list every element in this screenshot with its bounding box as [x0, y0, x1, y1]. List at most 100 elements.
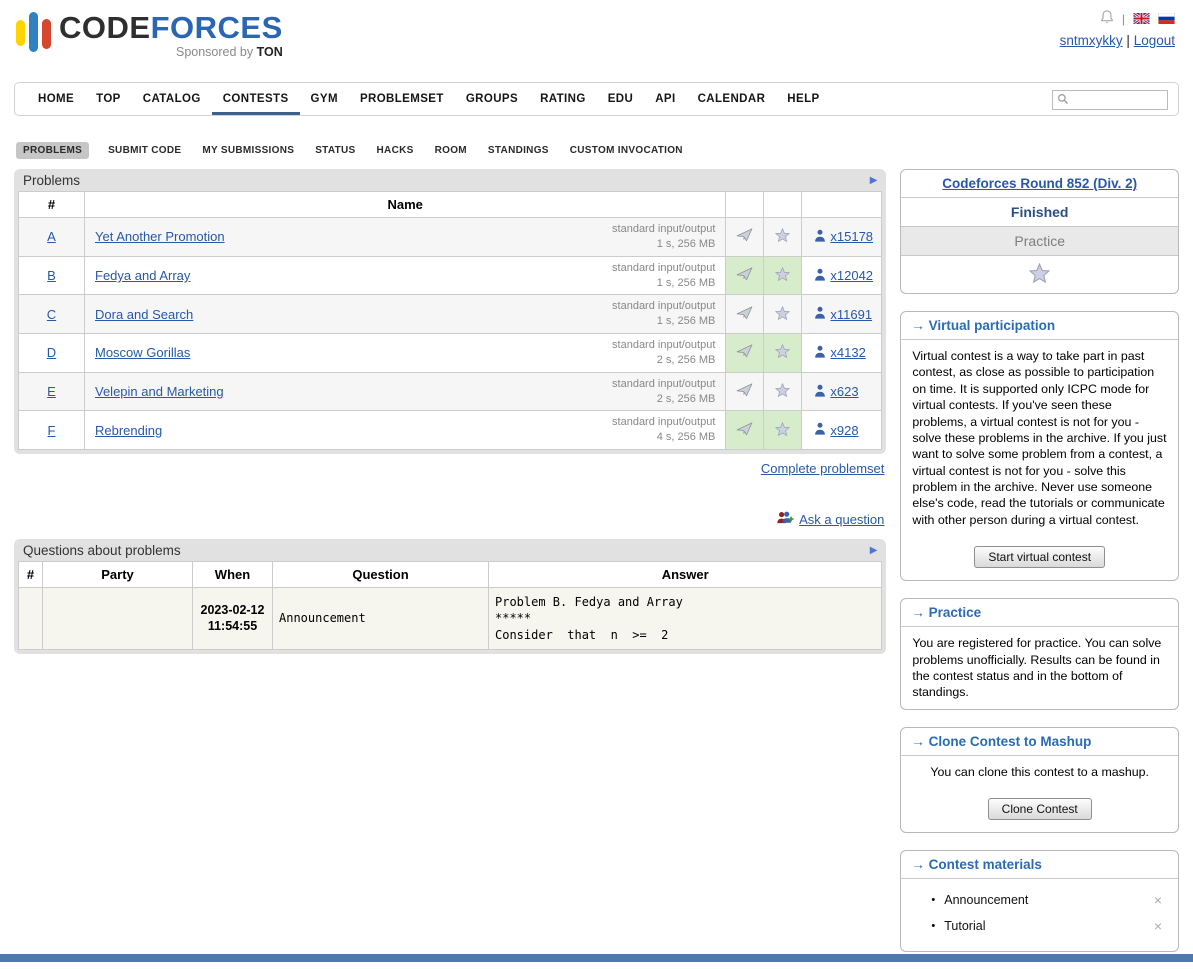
nav-item[interactable]: CATALOG — [132, 83, 212, 115]
problem-limits: standard input/output 2 s, 256 MB — [612, 338, 715, 368]
solved-count-link[interactable]: x15178 — [830, 229, 873, 244]
questions-table: # Party When Question Answer 2023-02-12 … — [18, 561, 882, 650]
question-party — [43, 588, 193, 650]
contest-title-link[interactable]: Codeforces Round 852 (Div. 2) — [942, 176, 1137, 191]
flag-ru-icon[interactable] — [1158, 12, 1175, 27]
problem-name-link[interactable]: Moscow Gorillas — [95, 345, 190, 360]
solved-count-link[interactable]: x623 — [830, 384, 858, 399]
search-input[interactable] — [1069, 92, 1161, 108]
problem-limits: standard input/output 4 s, 256 MB — [612, 415, 715, 445]
nav-item[interactable]: TOP — [85, 83, 132, 115]
clone-mashup-text: You can clone this contest to a mashup. — [901, 756, 1178, 788]
subnav-item[interactable]: STANDINGS — [486, 142, 551, 159]
problem-index-link[interactable]: C — [47, 307, 56, 322]
nav-item[interactable]: RATING — [529, 83, 597, 115]
submit-plane-icon[interactable] — [736, 308, 753, 323]
ask-question-link[interactable]: Ask a question — [799, 512, 884, 527]
col-header-index: # — [19, 192, 85, 218]
questions-datatable: Questions about problems ▶ # Party When … — [14, 539, 886, 654]
favorite-star-icon[interactable] — [775, 424, 790, 439]
submit-plane-icon[interactable] — [736, 269, 753, 284]
practice-box: → Practice You are registered for practi… — [900, 598, 1179, 710]
problem-limits: standard input/output 2 s, 256 MB — [612, 377, 715, 407]
subnav-item[interactable]: CUSTOM INVOCATION — [568, 142, 685, 159]
favorite-star-icon[interactable] — [775, 308, 790, 323]
contest-star-icon[interactable] — [1029, 271, 1050, 286]
col-header-submit — [726, 192, 764, 218]
subnav-item[interactable]: MY SUBMISSIONS — [200, 142, 296, 159]
material-link[interactable]: Tutorial — [944, 919, 985, 933]
col-header-solved — [802, 192, 882, 218]
virtual-participation-box: → Virtual participation Virtual contest … — [900, 311, 1179, 581]
nav-item[interactable]: CONTESTS — [212, 83, 300, 115]
nav-item[interactable]: API — [644, 83, 686, 115]
submit-plane-icon[interactable] — [736, 346, 753, 361]
logo-bars-icon — [16, 12, 51, 52]
nav-item[interactable]: CALENDAR — [687, 83, 777, 115]
bullet: • — [931, 894, 935, 906]
subnav-item[interactable]: PROBLEMS — [16, 142, 89, 159]
col-header-party: Party — [43, 562, 193, 588]
collapse-arrow-icon[interactable]: ▶ — [870, 545, 878, 556]
problem-name-link[interactable]: Yet Another Promotion — [95, 229, 225, 244]
problems-table: # Name A Yet Another Pr — [18, 191, 882, 450]
clone-contest-button[interactable]: Clone Contest — [988, 798, 1092, 820]
problem-index-link[interactable]: B — [47, 268, 56, 283]
col-header-question: Question — [273, 562, 489, 588]
nav-item[interactable]: EDU — [597, 83, 644, 115]
logo-text: CODEFORCES — [59, 12, 283, 43]
problem-name-link[interactable]: Velepin and Marketing — [95, 384, 224, 399]
problem-name-link[interactable]: Rebrending — [95, 423, 162, 438]
subnav-item[interactable]: SUBMIT CODE — [106, 142, 183, 159]
material-item: • Announcement × — [913, 887, 1166, 913]
collapse-arrow-icon[interactable]: ▶ — [870, 175, 878, 186]
subnav-item[interactable]: STATUS — [313, 142, 357, 159]
nav-item[interactable]: GYM — [300, 83, 349, 115]
problem-row: D Moscow Gorillas standard input/output … — [19, 334, 882, 373]
close-icon[interactable]: × — [1154, 919, 1162, 933]
favorite-star-icon[interactable] — [775, 385, 790, 400]
material-link[interactable]: Announcement — [944, 893, 1028, 907]
solved-count-link[interactable]: x4132 — [830, 345, 865, 360]
nav-item[interactable]: HOME — [27, 83, 85, 115]
problem-index-link[interactable]: F — [48, 423, 56, 438]
problem-limits: standard input/output 1 s, 256 MB — [612, 299, 715, 329]
logout-link[interactable]: Logout — [1134, 33, 1175, 48]
codeforces-logo[interactable]: CODEFORCES Sponsored by TON — [16, 12, 283, 59]
complete-problemset-link[interactable]: Complete problemset — [761, 461, 885, 476]
bell-icon[interactable] — [1100, 10, 1114, 28]
favorite-star-icon[interactable] — [775, 269, 790, 284]
favorite-star-icon[interactable] — [775, 230, 790, 245]
subnav-item[interactable]: HACKS — [375, 142, 416, 159]
submit-plane-icon[interactable] — [736, 385, 753, 400]
username-link[interactable]: sntmxykky — [1060, 33, 1123, 48]
submit-plane-icon[interactable] — [736, 424, 753, 439]
clone-mashup-box: → Clone Contest to Mashup You can clone … — [900, 727, 1179, 833]
problem-name-link[interactable]: Fedya and Array — [95, 268, 190, 283]
solved-count-link[interactable]: x11691 — [830, 307, 872, 322]
flag-uk-icon[interactable] — [1133, 12, 1150, 27]
start-virtual-contest-button[interactable]: Start virtual contest — [974, 546, 1105, 568]
problem-index-link[interactable]: D — [47, 345, 56, 360]
problem-index-link[interactable]: E — [47, 384, 56, 399]
practice-text: You are registered for practice. You can… — [901, 627, 1178, 709]
virtual-participation-title: → Virtual participation — [901, 312, 1178, 340]
close-icon[interactable]: × — [1154, 893, 1162, 907]
contest-materials-box: → Contest materials • Announcement × • T… — [900, 850, 1179, 952]
submit-plane-icon[interactable] — [736, 230, 753, 245]
solved-count-link[interactable]: x928 — [830, 423, 858, 438]
problem-name-link[interactable]: Dora and Search — [95, 307, 193, 322]
solved-person-icon — [814, 345, 826, 361]
col-header-star — [764, 192, 802, 218]
problem-limits: standard input/output 1 s, 256 MB — [612, 261, 715, 291]
nav-item[interactable]: GROUPS — [455, 83, 529, 115]
search-icon — [1057, 93, 1069, 108]
subnav-item[interactable]: ROOM — [433, 142, 469, 159]
solved-count-link[interactable]: x12042 — [830, 268, 873, 283]
problem-index-link[interactable]: A — [47, 229, 56, 244]
col-header-when: When — [193, 562, 273, 588]
nav-item[interactable]: HELP — [776, 83, 830, 115]
nav-item[interactable]: PROBLEMSET — [349, 83, 455, 115]
solved-person-icon — [814, 422, 826, 438]
favorite-star-icon[interactable] — [775, 346, 790, 361]
